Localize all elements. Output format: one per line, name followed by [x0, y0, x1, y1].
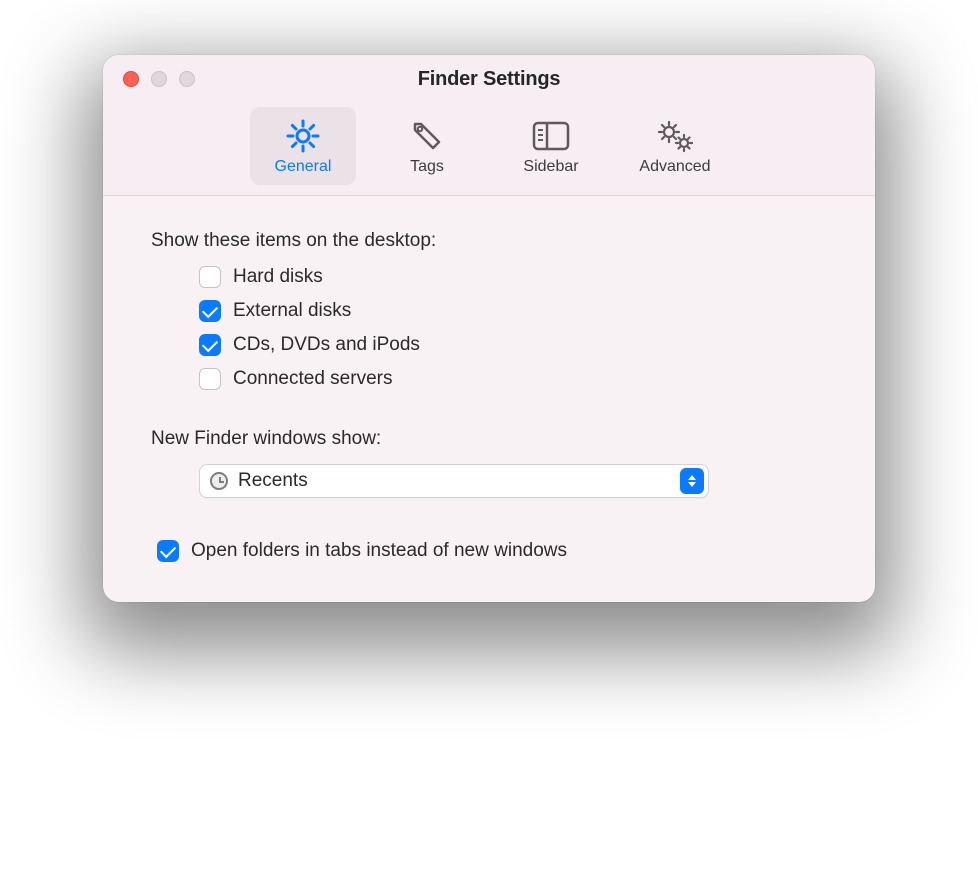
checkbox-row-hard-disks: Hard disks: [199, 266, 827, 288]
select-value: Recents: [238, 470, 680, 492]
checkbox-label: CDs, DVDs and iPods: [233, 334, 420, 356]
tab-general[interactable]: General: [250, 107, 356, 185]
content-pane: Show these items on the desktop: Hard di…: [103, 196, 875, 602]
chevron-updown-icon: [680, 468, 704, 494]
tab-label: Advanced: [639, 158, 710, 176]
new-window-heading: New Finder windows show:: [151, 428, 827, 450]
checkbox-row-connected-servers: Connected servers: [199, 368, 827, 390]
minimize-window-button[interactable]: [151, 71, 167, 87]
checkbox-row-cds-dvds-ipods: CDs, DVDs and iPods: [199, 334, 827, 356]
tab-label: General: [275, 158, 332, 176]
checkbox-row-open-in-tabs: Open folders in tabs instead of new wind…: [157, 540, 827, 562]
finder-settings-window: Finder Settings: [103, 55, 875, 602]
checkbox-hard-disks[interactable]: [199, 266, 221, 288]
gear-icon: [285, 116, 321, 156]
new-window-group: New Finder windows show: Recents: [151, 428, 827, 498]
tag-icon: [409, 116, 445, 156]
traffic-lights: [123, 71, 195, 87]
checkbox-label: Open folders in tabs instead of new wind…: [191, 540, 567, 562]
checkbox-label: Connected servers: [233, 368, 392, 390]
zoom-window-button[interactable]: [179, 71, 195, 87]
toolbar-tabs: General Tags: [103, 103, 875, 195]
sidebar-icon: [531, 116, 571, 156]
checkbox-external-disks[interactable]: [199, 300, 221, 322]
desktop-items-heading: Show these items on the desktop:: [151, 230, 827, 252]
title-row: Finder Settings: [103, 55, 875, 103]
checkbox-label: Hard disks: [233, 266, 323, 288]
tab-tags[interactable]: Tags: [374, 107, 480, 185]
new-window-select[interactable]: Recents: [199, 464, 709, 498]
checkbox-row-external-disks: External disks: [199, 300, 827, 322]
clock-icon: [210, 472, 228, 490]
tab-sidebar[interactable]: Sidebar: [498, 107, 604, 185]
titlebar: Finder Settings: [103, 55, 875, 196]
window-title: Finder Settings: [103, 68, 875, 91]
checkbox-label: External disks: [233, 300, 351, 322]
checkbox-open-in-tabs[interactable]: [157, 540, 179, 562]
gears-icon: [655, 116, 695, 156]
new-window-select-wrap: Recents: [199, 464, 827, 498]
checkbox-cds-dvds-ipods[interactable]: [199, 334, 221, 356]
tab-advanced[interactable]: Advanced: [622, 107, 728, 185]
tab-label: Tags: [410, 158, 444, 176]
close-window-button[interactable]: [123, 71, 139, 87]
checkbox-connected-servers[interactable]: [199, 368, 221, 390]
tab-label: Sidebar: [523, 158, 578, 176]
